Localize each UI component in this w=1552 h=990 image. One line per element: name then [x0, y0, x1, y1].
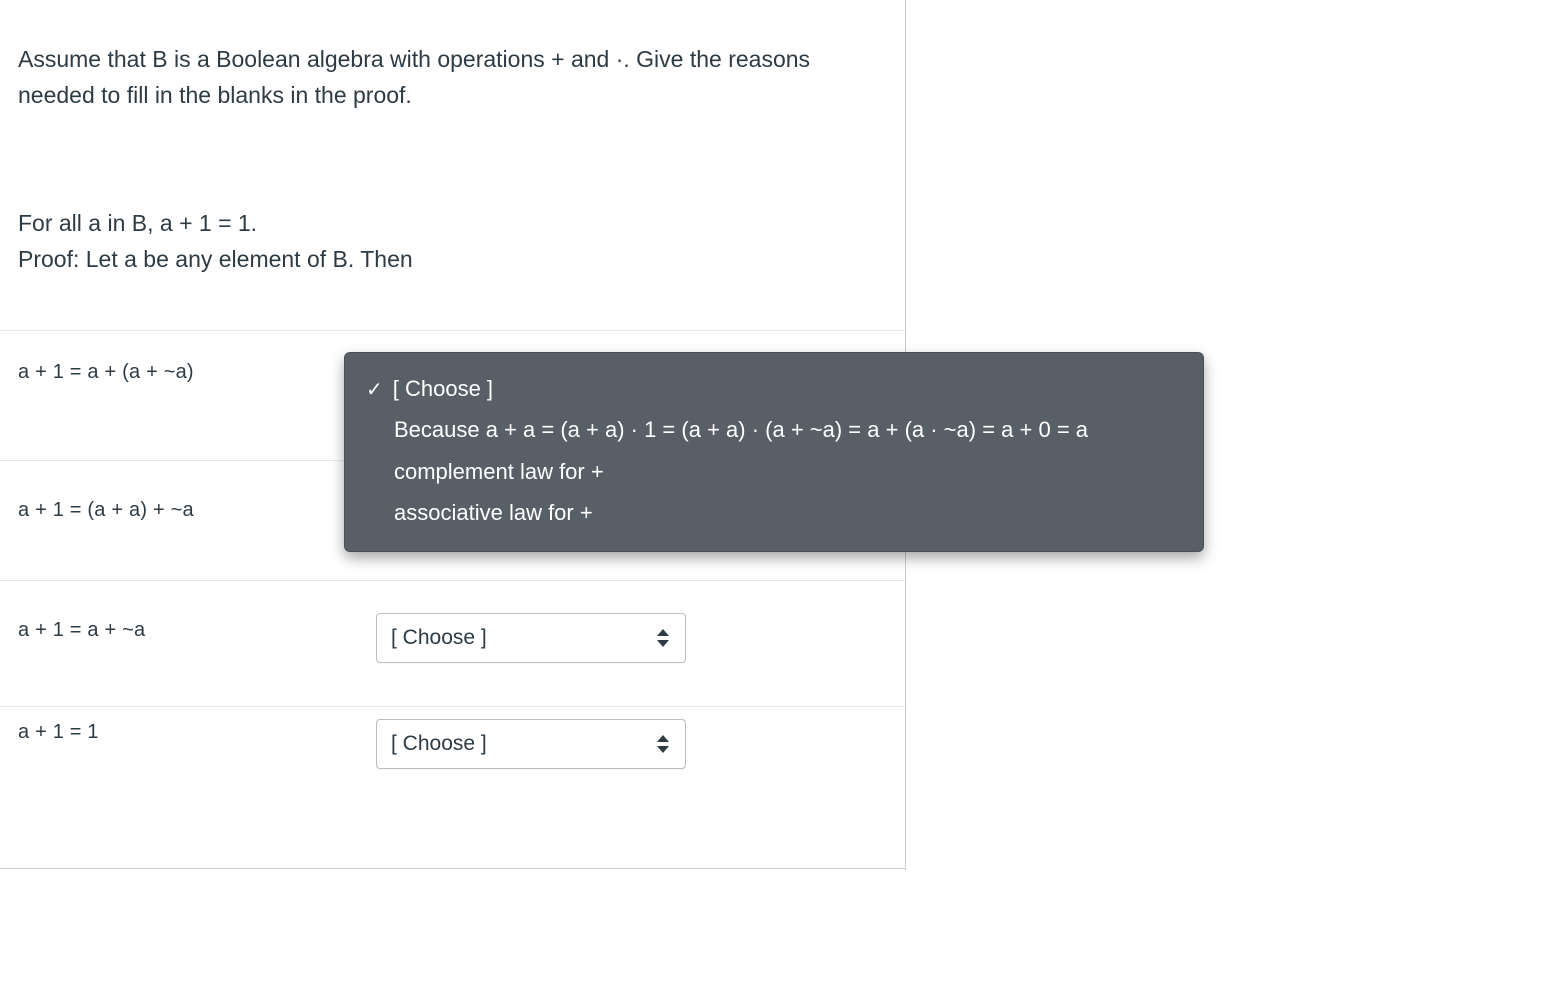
- dropdown-option-label: associative law for +: [394, 500, 593, 525]
- step-2-equation: a + 1 = (a + a) + ~a: [18, 499, 194, 522]
- dropdown-option-because[interactable]: Because a + a = (a + a) · 1 = (a + a) · …: [366, 409, 1182, 450]
- dropdown-option-associative[interactable]: associative law for +: [366, 492, 1182, 533]
- step-4-equation: a + 1 = 1: [18, 721, 99, 744]
- caret-icon: [655, 733, 671, 755]
- reason-select-step-4[interactable]: [ Choose ]: [376, 719, 686, 769]
- select-placeholder: [ Choose ]: [391, 626, 487, 650]
- check-icon: ✓: [366, 373, 383, 407]
- dropdown-option-label: Because a + a = (a + a) · 1 = (a + a) · …: [394, 417, 1088, 442]
- proof-intro: Proof: Let a be any element of B. Then: [18, 242, 878, 278]
- step-1-equation: a + 1 = a + (a + ~a): [18, 361, 194, 384]
- dropdown-option-label: complement law for +: [394, 459, 604, 484]
- dropdown-option-choose[interactable]: ✓ [ Choose ]: [366, 368, 1182, 409]
- theorem-statement: For all a in B, a + 1 = 1.: [18, 206, 878, 242]
- reason-dropdown-open[interactable]: ✓ [ Choose ] Because a + a = (a + a) · 1…: [344, 352, 1204, 552]
- horizontal-divider: [0, 868, 905, 869]
- select-placeholder: [ Choose ]: [391, 732, 487, 756]
- proof-step-4: a + 1 = 1 [ Choose ]: [0, 706, 905, 836]
- reason-select-step-3[interactable]: [ Choose ]: [376, 613, 686, 663]
- proof-setup: For all a in B, a + 1 = 1. Proof: Let a …: [18, 206, 878, 277]
- dropdown-option-complement[interactable]: complement law for +: [366, 451, 1182, 492]
- proof-step-3: a + 1 = a + ~a [ Choose ]: [0, 580, 905, 706]
- question-text: Assume that B is a Boolean algebra with …: [18, 42, 878, 113]
- dropdown-option-label: [ Choose ]: [393, 370, 493, 407]
- step-3-equation: a + 1 = a + ~a: [18, 619, 145, 642]
- caret-icon: [655, 627, 671, 649]
